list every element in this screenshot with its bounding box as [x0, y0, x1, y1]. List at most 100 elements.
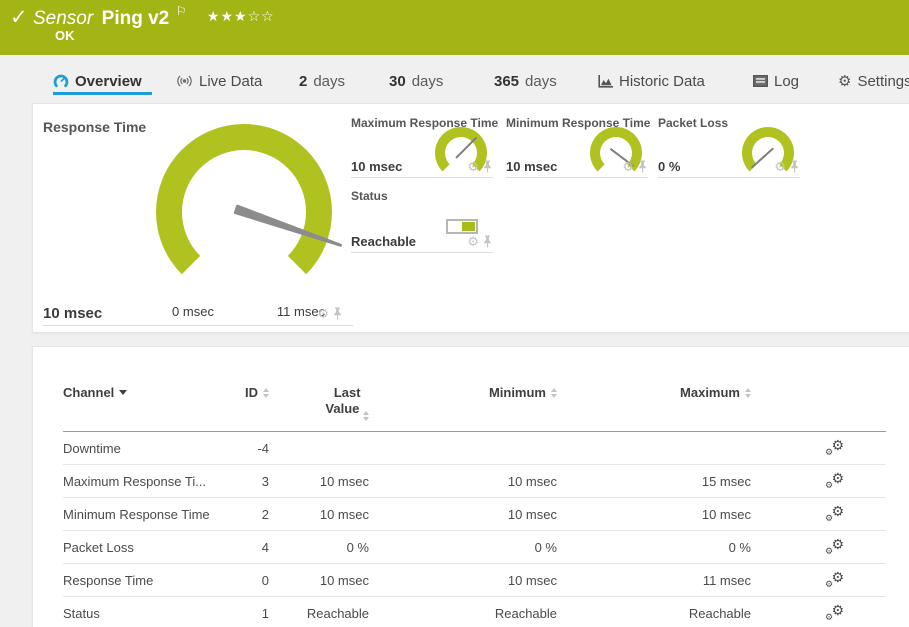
- pin-icon[interactable]: [332, 307, 343, 320]
- channel-maximum: 0 %: [557, 540, 751, 555]
- tab-label: Overview: [75, 73, 142, 90]
- gauge-actions: ⚙: [467, 235, 493, 248]
- gauge-settings-icon[interactable]: ⚙: [622, 160, 634, 173]
- tab-overview[interactable]: Overview: [53, 69, 142, 93]
- channel-maximum: 10 msec: [557, 507, 751, 522]
- column-header-channel[interactable]: Channel: [63, 385, 127, 400]
- sort-icon: [745, 388, 751, 398]
- channel-table: Channel ID LastValue Minimum Maximum Dow…: [33, 347, 909, 627]
- gauge-value: 10 msec: [43, 305, 102, 322]
- tab-365-days[interactable]: 365 days: [494, 69, 557, 93]
- pin-icon[interactable]: [637, 160, 648, 173]
- gauge-actions: ⚙: [317, 307, 343, 320]
- max-response-time-gauge: [430, 123, 492, 183]
- status-check-icon: ✓: [10, 5, 28, 30]
- gauge-actions: ⚙: [622, 160, 648, 173]
- channel-maximum: Reachable: [557, 606, 751, 621]
- column-header-last-value[interactable]: LastValue: [325, 385, 369, 421]
- tab-bar: Overview Live Data 2 days 30 days 365 da…: [0, 55, 909, 103]
- column-header-maximum[interactable]: Maximum: [680, 385, 751, 400]
- tab-number: 30: [389, 73, 406, 90]
- gauge-settings-icon[interactable]: ⚙: [467, 160, 479, 173]
- status-on-segment: [462, 222, 475, 231]
- channel-settings-icon[interactable]: ⚙⚙: [826, 439, 844, 455]
- channel-settings-icon[interactable]: ⚙⚙: [826, 505, 844, 521]
- channel-last-value: 10 msec: [269, 507, 369, 522]
- channel-last-value: 0 %: [269, 540, 369, 555]
- channel-name: Minimum Response Time: [63, 507, 213, 522]
- broadcast-icon: [176, 74, 193, 88]
- channel-name: Response Time: [63, 573, 213, 588]
- channel-name: Maximum Response Ti...: [63, 474, 213, 489]
- column-header-minimum[interactable]: Minimum: [489, 385, 557, 400]
- sort-icon: [363, 411, 369, 421]
- channel-maximum: 15 msec: [557, 474, 751, 489]
- flag-icon[interactable]: ⚐: [176, 4, 187, 18]
- table-row-maximum-response-time[interactable]: Maximum Response Ti... 3 10 msec 10 msec…: [63, 465, 886, 498]
- tab-2-days[interactable]: 2 days: [299, 69, 345, 93]
- table-row-status[interactable]: Status 1 Reachable Reachable Reachable ⚙…: [63, 597, 886, 627]
- gear-icon: ⚙: [838, 74, 851, 89]
- gauge-title: Response Time: [43, 119, 146, 135]
- sensor-kind-label: Sensor: [33, 8, 93, 29]
- tab-label: Live Data: [199, 73, 262, 90]
- table-row-minimum-response-time[interactable]: Minimum Response Time 2 10 msec 10 msec …: [63, 498, 886, 531]
- chart-icon: [598, 75, 613, 88]
- channel-id: 0: [213, 573, 269, 588]
- tab-number: 2: [299, 73, 307, 90]
- channel-id: 1: [213, 606, 269, 621]
- channel-minimum: 10 msec: [369, 474, 557, 489]
- status-indicator: [446, 219, 478, 234]
- stars-empty: ☆☆: [248, 8, 275, 24]
- channel-settings-icon[interactable]: ⚙⚙: [826, 571, 844, 587]
- gauge-settings-icon[interactable]: ⚙: [317, 307, 329, 320]
- tab-unit: days: [525, 73, 557, 90]
- sensor-name: Ping v2: [102, 8, 170, 29]
- table-header-row: Channel ID LastValue Minimum Maximum: [63, 385, 886, 432]
- channel-minimum: Reachable: [369, 606, 557, 621]
- channel-id: 4: [213, 540, 269, 555]
- channel-settings-icon[interactable]: ⚙⚙: [826, 604, 844, 620]
- channel-name: Packet Loss: [63, 540, 213, 555]
- channel-table-panel: Channel ID LastValue Minimum Maximum Dow…: [32, 346, 909, 627]
- channel-settings-icon[interactable]: ⚙⚙: [826, 472, 844, 488]
- stars-filled: ★★★: [207, 8, 248, 24]
- active-tab-indicator: [53, 92, 152, 95]
- min-response-time-block: Minimum Response Time 10 msec ⚙: [506, 116, 648, 178]
- tab-30-days[interactable]: 30 days: [389, 69, 443, 93]
- tab-unit: days: [412, 73, 444, 90]
- tab-unit: days: [313, 73, 345, 90]
- tab-log[interactable]: Log: [753, 69, 799, 93]
- tab-number: 365: [494, 73, 519, 90]
- tab-label: Settings: [857, 73, 909, 90]
- pin-icon[interactable]: [789, 160, 800, 173]
- gauge-needle: [456, 137, 477, 158]
- tab-live-data[interactable]: Live Data: [176, 69, 262, 93]
- column-header-id[interactable]: ID: [245, 385, 269, 400]
- pin-icon[interactable]: [482, 235, 493, 248]
- tab-settings[interactable]: ⚙ Settings: [838, 69, 909, 93]
- gauge-scale-min: 0 msec: [153, 304, 233, 319]
- channel-settings-icon[interactable]: ⚙⚙: [826, 538, 844, 554]
- sensor-header: ✓ Sensor Ping v2 ⚐ ★★★☆☆ OK: [0, 0, 909, 55]
- channel-id: 3: [213, 474, 269, 489]
- gauge-settings-icon[interactable]: ⚙: [467, 235, 479, 248]
- priority-stars[interactable]: ★★★☆☆: [207, 8, 275, 24]
- channel-name: Status: [63, 606, 213, 621]
- tab-label: Historic Data: [619, 73, 705, 90]
- gauge-settings-icon[interactable]: ⚙: [774, 160, 786, 173]
- channel-id: -4: [213, 441, 269, 456]
- tab-historic-data[interactable]: Historic Data: [598, 69, 705, 93]
- table-row-response-time[interactable]: Response Time 0 10 msec 10 msec 11 msec …: [63, 564, 886, 597]
- gauge-title: Packet Loss: [658, 116, 728, 130]
- table-row-packet-loss[interactable]: Packet Loss 4 0 % 0 % 0 % ⚙⚙: [63, 531, 886, 564]
- table-row-downtime[interactable]: Downtime -4 ⚙⚙: [63, 432, 886, 465]
- channel-last-value: 10 msec: [269, 474, 369, 489]
- pin-icon[interactable]: [482, 160, 493, 173]
- response-time-gauge: [134, 112, 354, 324]
- gauge-actions: ⚙: [774, 160, 800, 173]
- min-response-time-gauge: [585, 123, 647, 183]
- channel-id: 2: [213, 507, 269, 522]
- channel-name: Downtime: [63, 441, 213, 456]
- gauge-value: 10 msec: [351, 159, 402, 174]
